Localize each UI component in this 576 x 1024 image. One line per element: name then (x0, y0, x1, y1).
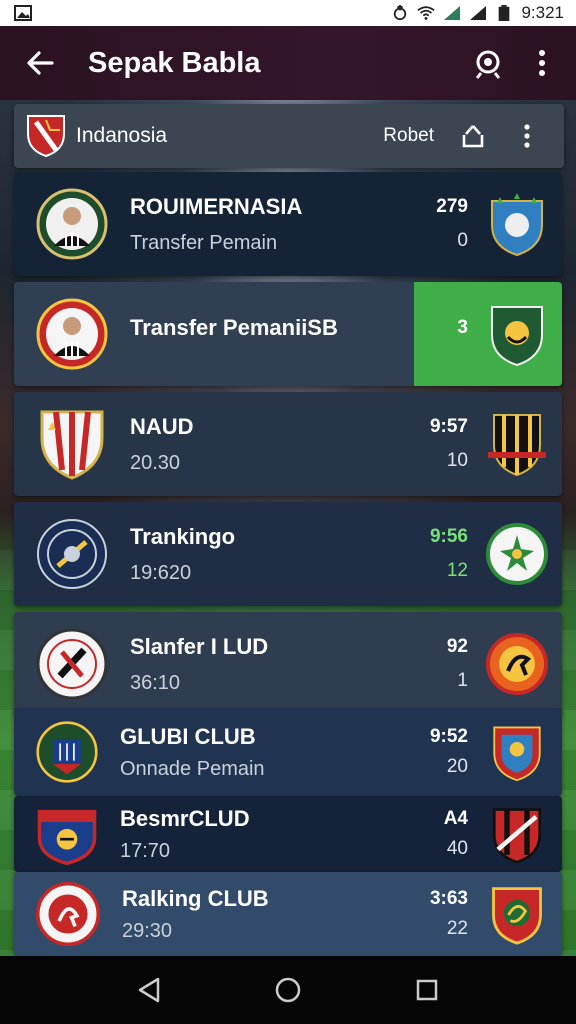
camera-button[interactable] (468, 43, 508, 83)
nav-recents-button[interactable] (407, 970, 447, 1010)
nav-home-button[interactable] (268, 970, 308, 1010)
status-time: 9:321 (521, 3, 564, 22)
app-bar: Sepak Babla (0, 26, 576, 100)
more-options-button[interactable] (522, 43, 562, 83)
gallery-notification-icon (14, 5, 32, 21)
club-name: Trankingo (130, 523, 236, 549)
score-primary: 3 (457, 317, 468, 338)
robet-button[interactable]: Robet (383, 125, 434, 147)
score-primary: 92 (446, 636, 468, 657)
score-primary: 3:63 (429, 888, 468, 909)
score-secondary: 22 (446, 918, 468, 939)
club-crest-icon (36, 882, 100, 946)
header-more-button[interactable] (510, 119, 544, 153)
more-vert-icon (524, 124, 530, 148)
league-crest-icon (27, 115, 65, 158)
list-item[interactable]: ROUIMERNASIA Transfer Pemain 279 0 (14, 172, 562, 276)
club-subtitle: 20.30 (130, 451, 181, 474)
list-item[interactable]: Slanfer I LUD 36:10 92 1 (14, 612, 562, 716)
signal-icon (444, 6, 461, 20)
list-item[interactable]: Trankingo 19:620 9:56 12 (14, 502, 562, 606)
team-crest-icon (491, 306, 543, 367)
share-button[interactable] (456, 119, 490, 153)
team-crest-icon (486, 523, 548, 585)
list-item[interactable]: Transfer PemaniiSB 3 (14, 282, 562, 386)
club-name: GLUBI CLUB (120, 723, 256, 749)
nav-recents-icon (416, 979, 437, 1001)
sync-icon (394, 5, 407, 21)
score-secondary: 1 (457, 670, 468, 691)
team-crest-icon (491, 193, 543, 257)
team-crest-icon (492, 808, 542, 864)
club-subtitle: 29:30 (122, 919, 173, 942)
club-crest-icon (36, 628, 108, 700)
team-crest-icon (488, 414, 546, 477)
club-name: ROUIMERNASIA (130, 193, 303, 219)
battery-icon (499, 5, 510, 21)
club-crest-icon (36, 721, 98, 783)
club-name: BesmrCLUD (120, 805, 250, 831)
club-subtitle: 17:70 (120, 839, 171, 862)
player-avatar (36, 298, 108, 370)
share-icon (462, 125, 484, 148)
score-primary: 279 (436, 196, 468, 217)
league-header[interactable]: Indanosia Robet (14, 104, 564, 168)
score-primary: 9:56 (429, 526, 468, 547)
list-item[interactable]: GLUBI CLUB Onnade Pemain 9:52 20 (14, 708, 562, 796)
club-subtitle: 36:10 (130, 671, 181, 694)
list-item[interactable]: NAUD 20.30 9:57 10 (14, 392, 562, 496)
club-name: NAUD (130, 413, 194, 439)
nav-back-icon (139, 977, 160, 1003)
club-subtitle: 19:620 (130, 561, 192, 584)
score-secondary: 20 (446, 756, 468, 777)
back-button[interactable] (20, 43, 60, 83)
list-item[interactable]: Ralking CLUB 29:30 3:63 22 (14, 872, 562, 956)
nav-back-button[interactable] (129, 970, 169, 1010)
club-name: Slanfer I LUD (130, 633, 269, 659)
club-crest-icon (40, 410, 104, 480)
league-title: Indanosia (76, 124, 168, 147)
back-arrow-icon (27, 51, 54, 75)
camera-icon (475, 50, 501, 79)
more-vert-icon (539, 50, 545, 76)
page-title: Sepak Babla (88, 46, 261, 79)
score-primary: 9:52 (429, 726, 468, 747)
nav-home-icon (275, 977, 301, 1003)
team-crest-icon (493, 726, 541, 782)
score-secondary: 12 (446, 560, 468, 581)
club-name: Transfer PemaniiSB (130, 315, 338, 340)
score-secondary: 0 (457, 230, 468, 251)
team-crest-icon (486, 633, 548, 695)
club-subtitle: Onnade Pemain (120, 757, 265, 780)
score-secondary: 40 (446, 838, 468, 859)
club-name: Ralking CLUB (122, 885, 269, 911)
system-nav-bar (0, 956, 576, 1024)
team-crest-icon (492, 887, 542, 945)
status-bar: 9:321 (0, 0, 576, 26)
signal-strength-icon (470, 6, 487, 20)
list-item[interactable]: BesmrCLUD 17:70 A4 40 (14, 796, 562, 872)
score-secondary: 10 (446, 450, 468, 471)
wifi-icon (417, 6, 436, 20)
club-subtitle: Transfer Pemain (130, 231, 278, 254)
score-primary: A4 (443, 808, 468, 829)
club-crest-icon (37, 809, 97, 865)
player-avatar (36, 188, 108, 260)
score-primary: 9:57 (429, 416, 468, 437)
club-crest-icon (37, 519, 107, 589)
